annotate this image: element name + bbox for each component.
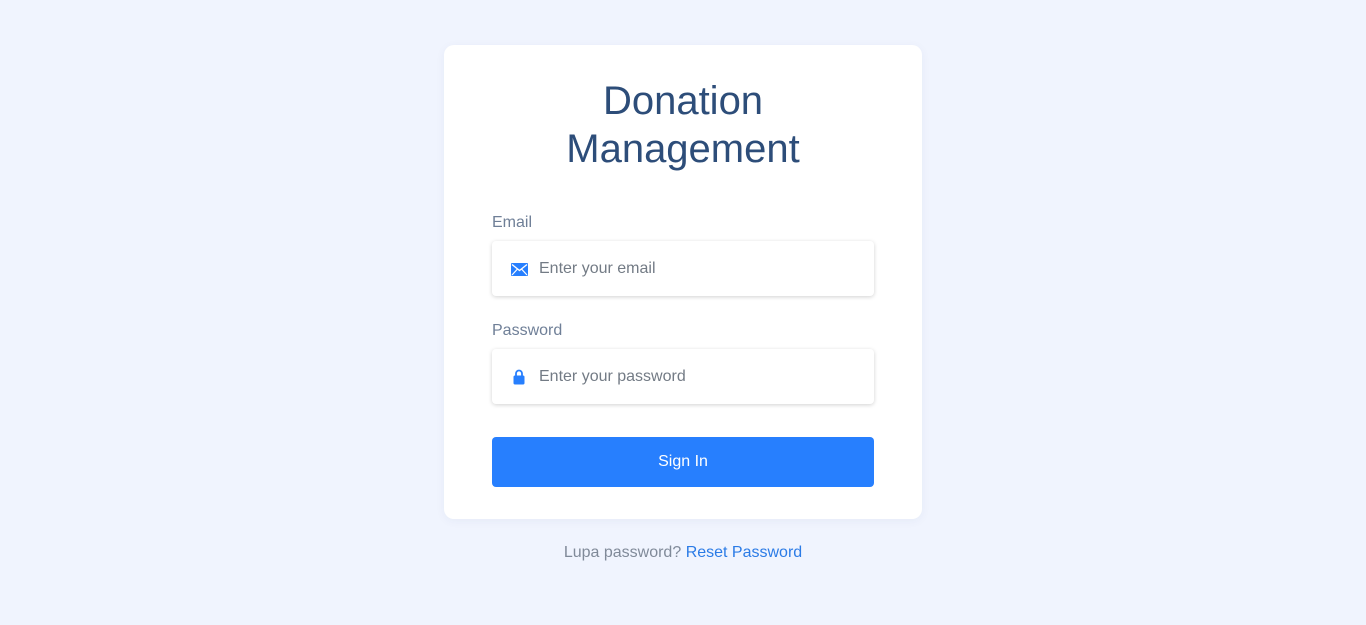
forgot-password-prompt: Lupa password? [563,544,682,561]
lock-icon [510,368,528,386]
password-field-container[interactable] [492,349,874,404]
login-page: Donation Management Email Password [0,0,1366,625]
login-card: Donation Management Email Password [444,45,922,519]
envelope-icon [510,260,528,278]
reset-password-link[interactable]: Reset Password [686,544,803,561]
forgot-password-row: Lupa password? Reset Password [0,543,1366,563]
password-label: Password [492,322,563,339]
title-line-2: Management [566,127,800,171]
page-title: Donation Management [444,77,922,173]
title-line-1: Donation [602,79,764,123]
email-label: Email [492,214,533,231]
password-input[interactable] [539,349,859,404]
email-input[interactable] [539,241,859,296]
email-field-container[interactable] [492,241,874,296]
sign-in-button[interactable]: Sign In [492,437,874,487]
